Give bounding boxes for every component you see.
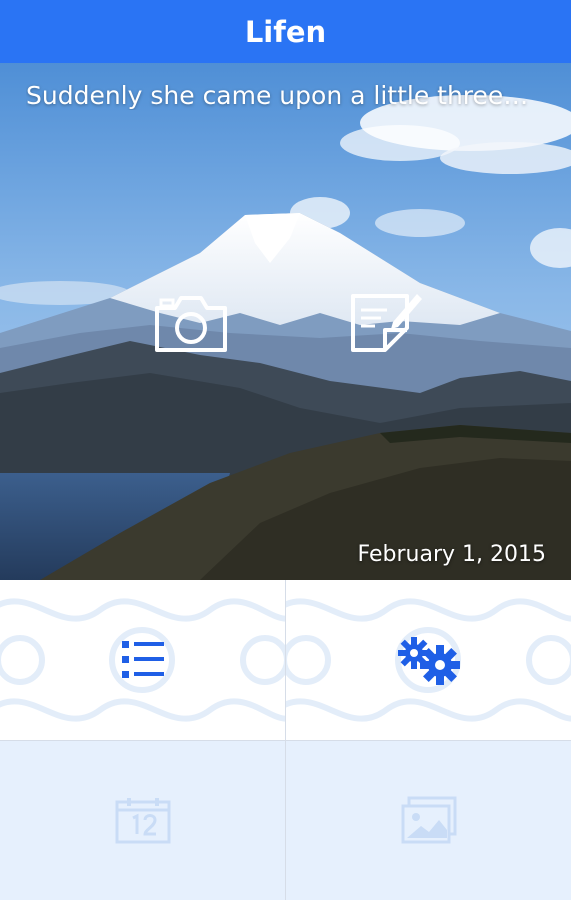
top-app-bar: Lifen: [0, 0, 571, 63]
hero-panel: Suddenly she came upon a little three… F…: [0, 63, 571, 580]
settings-tile[interactable]: [286, 580, 571, 740]
note-edit-icon: [351, 294, 422, 352]
calendar-icon: [115, 798, 170, 844]
camera-icon: [155, 296, 227, 352]
gears-icon: [397, 637, 460, 685]
gallery-icon: [401, 796, 456, 844]
journal-quote: Suddenly she came upon a little three…: [26, 81, 529, 110]
mountain-photo: [0, 63, 571, 580]
grid-divider-horizontal: [0, 740, 571, 741]
gallery-tile[interactable]: [286, 741, 571, 900]
entry-date: February 1, 2015: [357, 542, 546, 567]
list-icon: [121, 641, 164, 678]
entries-list-tile[interactable]: [0, 580, 285, 740]
menu-grid: [0, 580, 571, 900]
app-screen: Lifen Suddenly she came upon a little th…: [0, 0, 571, 900]
new-entry-button[interactable]: [345, 288, 425, 358]
app-title: Lifen: [244, 14, 327, 49]
calendar-tile[interactable]: [0, 741, 285, 900]
camera-button[interactable]: [151, 288, 231, 358]
